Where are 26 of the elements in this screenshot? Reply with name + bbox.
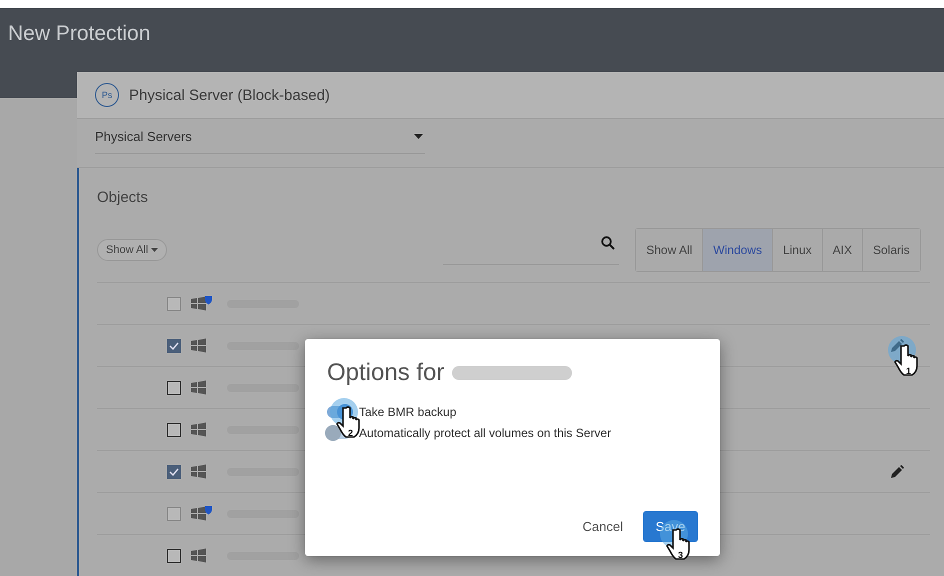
row-checkbox[interactable] <box>167 380 181 394</box>
search-icon <box>601 236 616 250</box>
os-filter-tab[interactable]: Solaris <box>862 229 920 271</box>
row-checkbox[interactable] <box>167 464 181 478</box>
show-all-dropdown[interactable]: Show All <box>97 239 168 261</box>
section-title: Objects <box>97 188 149 208</box>
source-badge: Ps <box>95 83 119 107</box>
server-type-dropdown[interactable]: Physical Servers <box>95 119 425 154</box>
option-label: Take BMR backup <box>359 404 456 418</box>
search-field[interactable] <box>443 236 620 264</box>
step-number: 3 <box>678 550 684 560</box>
option-label: Automatically protect all volumes on this Server <box>359 426 612 440</box>
source-title: Physical Server (Block-based) <box>129 86 330 104</box>
dialog-title: Options for <box>327 359 444 387</box>
row-checkbox[interactable] <box>167 422 181 436</box>
step-number: 2 <box>348 428 354 438</box>
caret-icon <box>414 134 423 138</box>
cancel-button[interactable]: Cancel <box>576 518 629 535</box>
caret-icon <box>151 248 158 252</box>
os-filter-tab[interactable]: Windows <box>702 229 772 271</box>
row-checkbox[interactable] <box>167 338 181 352</box>
pencil-icon[interactable] <box>890 338 904 352</box>
page-title: New Protection <box>8 22 150 45</box>
step-number: 1 <box>906 366 912 376</box>
row-checkbox[interactable] <box>167 548 181 562</box>
pencil-icon[interactable] <box>890 464 904 478</box>
